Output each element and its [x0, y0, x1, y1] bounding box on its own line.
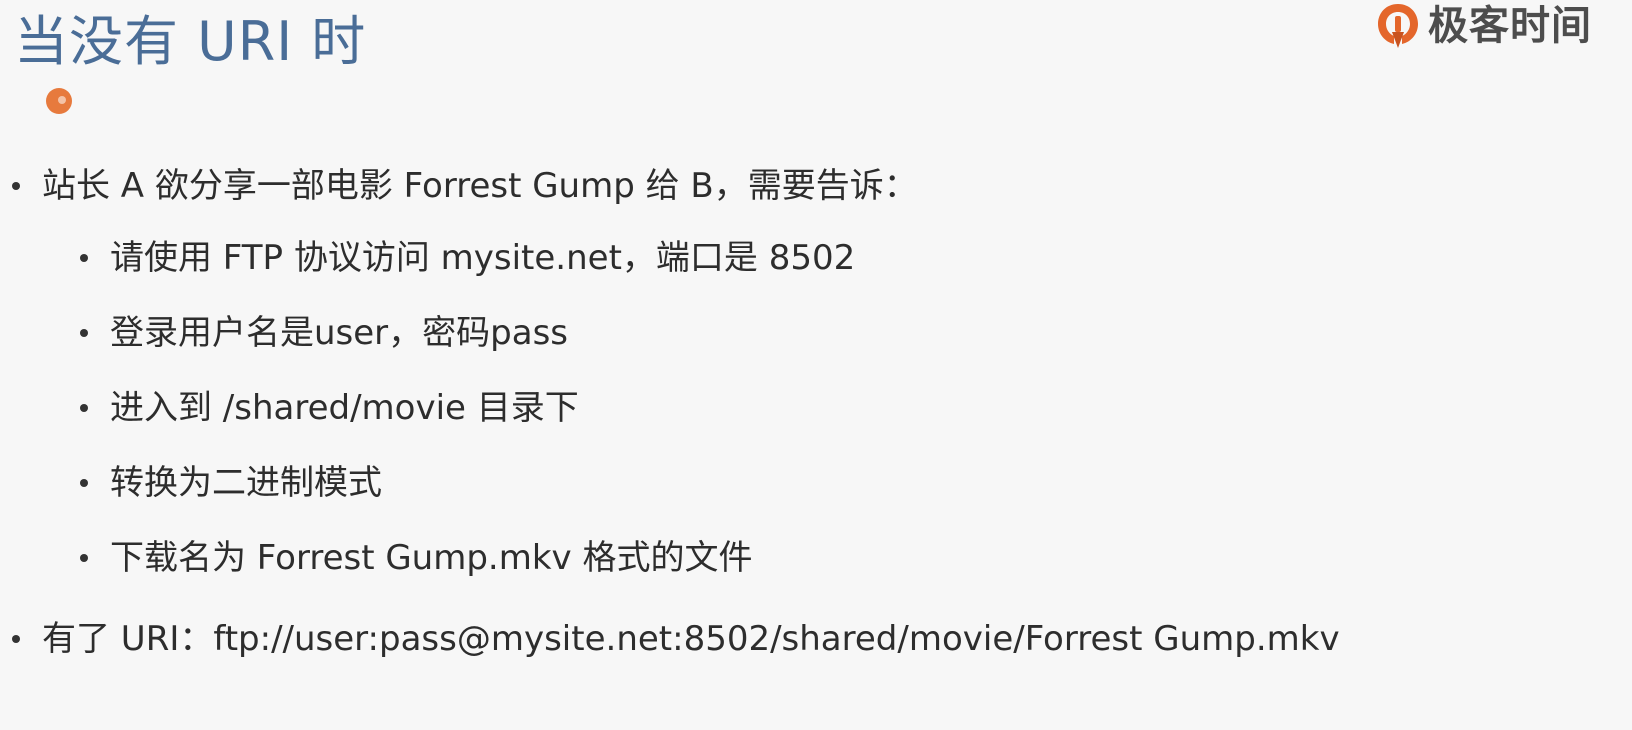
- bullet-list: 站长 A 欲分享一部电影 Forrest Gump 给 B，需要告诉： 请使用 …: [0, 0, 1632, 730]
- list-item: 登录用户名是user，密码pass: [80, 311, 568, 355]
- bullet-dot-icon: [12, 182, 20, 190]
- list-item: 有了 URI：ftp://user:pass@mysite.net:8502/s…: [12, 617, 1340, 661]
- list-item: 下载名为 Forrest Gump.mkv 格式的文件: [80, 536, 752, 580]
- list-item: 转换为二进制模式: [80, 461, 382, 505]
- list-item: 站长 A 欲分享一部电影 Forrest Gump 给 B，需要告诉：: [12, 164, 918, 208]
- list-item-text: 下载名为 Forrest Gump.mkv 格式的文件: [110, 538, 753, 578]
- list-item: 进入到 /shared/movie 目录下: [80, 386, 579, 430]
- bullet-dot-icon: [80, 329, 88, 337]
- bullet-dot-icon: [80, 554, 88, 562]
- list-item: 请使用 FTP 协议访问 mysite.net，端口是 8502: [80, 236, 855, 280]
- bullet-dot-icon: [12, 635, 20, 643]
- bullet-dot-icon: [80, 254, 88, 262]
- list-item-text: 进入到 /shared/movie 目录下: [110, 388, 579, 428]
- list-item-text: 请使用 FTP 协议访问 mysite.net，端口是 8502: [110, 238, 856, 278]
- bullet-dot-icon: [80, 404, 88, 412]
- list-item-text: 有了 URI：ftp://user:pass@mysite.net:8502/s…: [42, 619, 1340, 659]
- bullet-dot-icon: [80, 479, 88, 487]
- slide: 当没有 URI 时 极客时间 站长 A 欲分享一部电影 Forrest Gump…: [0, 0, 1632, 730]
- list-item-text: 登录用户名是user，密码pass: [110, 313, 569, 353]
- list-item-text: 转换为二进制模式: [110, 463, 382, 503]
- list-item-text: 站长 A 欲分享一部电影 Forrest Gump 给 B，需要告诉：: [42, 166, 918, 206]
